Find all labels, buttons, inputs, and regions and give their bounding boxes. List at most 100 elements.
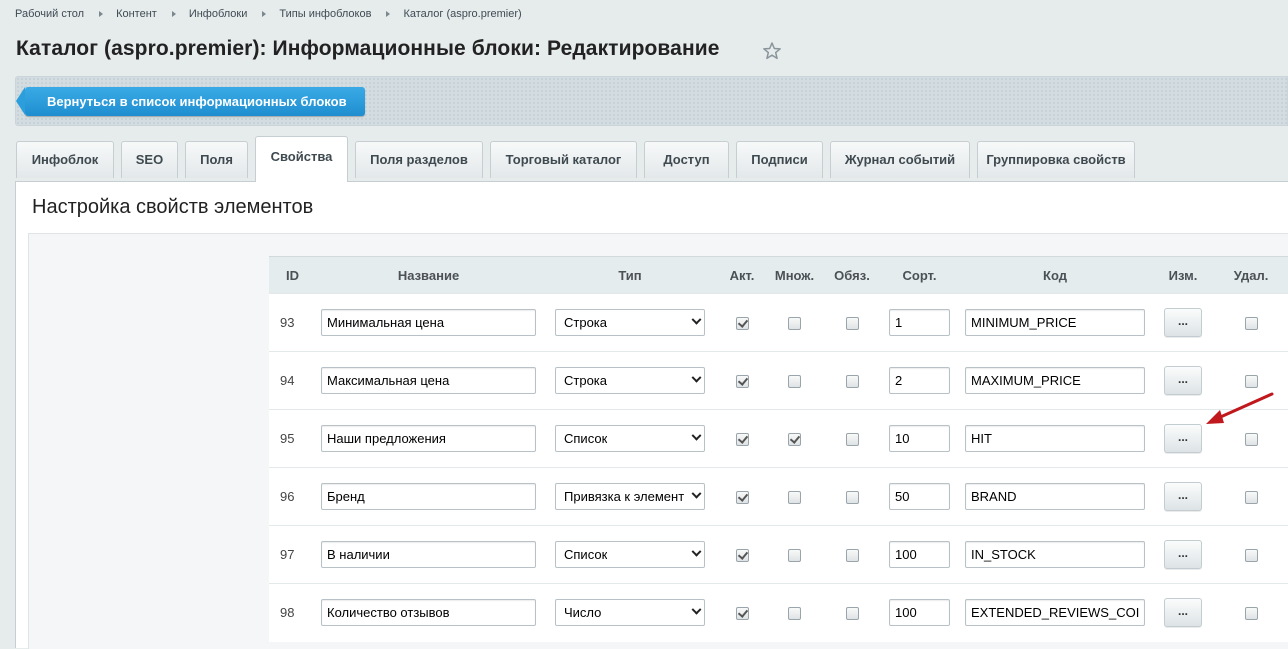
code-input[interactable] bbox=[965, 309, 1145, 336]
tab-bar: Инфоблок SEO Поля Свойства Поля разделов Торг… bbox=[16, 136, 1142, 182]
active-checkbox[interactable] bbox=[735, 549, 749, 563]
delete-checkbox[interactable] bbox=[1244, 491, 1258, 505]
chevron-down-icon bbox=[691, 372, 702, 383]
property-type-select[interactable]: Строка bbox=[555, 367, 705, 394]
tab-4[interactable]: Свойства bbox=[255, 136, 348, 182]
breadcrumb-item[interactable]: Рабочий стол bbox=[15, 8, 84, 20]
edit-property-button[interactable]: ... bbox=[1164, 308, 1202, 337]
chevron-down-icon bbox=[691, 314, 702, 325]
code-input[interactable] bbox=[965, 483, 1145, 510]
required-checkbox[interactable] bbox=[845, 607, 859, 621]
delete-checkbox[interactable] bbox=[1244, 433, 1258, 447]
active-checkbox[interactable] bbox=[735, 317, 749, 331]
table-row: 98 Число... bbox=[269, 583, 1288, 642]
property-type-select[interactable]: Список bbox=[555, 425, 705, 452]
chevron-down-icon bbox=[691, 488, 702, 499]
column-header: Код bbox=[956, 256, 1154, 294]
code-input[interactable] bbox=[965, 599, 1145, 627]
properties-area: ID Название Тип Акт. Множ. Обяз. Сорт. Код Изм. У… bbox=[28, 233, 1288, 649]
multiple-checkbox[interactable] bbox=[788, 433, 801, 447]
code-input[interactable] bbox=[965, 367, 1145, 394]
active-checkbox[interactable] bbox=[735, 491, 749, 505]
delete-checkbox[interactable] bbox=[1244, 607, 1258, 621]
required-checkbox[interactable] bbox=[845, 491, 859, 505]
column-header: Тип bbox=[544, 256, 716, 294]
required-checkbox[interactable] bbox=[845, 317, 859, 331]
chevron-down-icon bbox=[691, 430, 702, 441]
action-bar: Вернуться в список информационных блоков bbox=[15, 76, 1288, 126]
sort-input[interactable] bbox=[889, 483, 950, 510]
property-name-input[interactable] bbox=[321, 599, 536, 627]
tab-7[interactable]: Доступ bbox=[644, 141, 729, 178]
property-type-value: Число bbox=[564, 605, 602, 621]
edit-property-button[interactable]: ... bbox=[1164, 598, 1202, 628]
delete-checkbox[interactable] bbox=[1244, 549, 1258, 563]
multiple-checkbox[interactable] bbox=[788, 317, 801, 331]
multiple-checkbox[interactable] bbox=[788, 549, 801, 563]
tab-8[interactable]: Подписи bbox=[736, 141, 823, 178]
edit-property-button[interactable]: ... bbox=[1164, 424, 1202, 453]
breadcrumb-item[interactable]: Контент bbox=[116, 8, 157, 20]
edit-property-button[interactable]: ... bbox=[1164, 366, 1202, 395]
breadcrumb-separator-icon bbox=[262, 11, 267, 17]
page-title: Каталог (aspro.premier): Информационные … bbox=[16, 37, 720, 60]
sort-input[interactable] bbox=[889, 541, 950, 568]
property-type-value: Строка bbox=[564, 315, 608, 330]
property-name-input[interactable] bbox=[321, 483, 536, 510]
active-checkbox[interactable] bbox=[735, 607, 749, 621]
tab-3[interactable]: Поля bbox=[185, 141, 248, 178]
edit-property-button[interactable]: ... bbox=[1164, 540, 1202, 569]
breadcrumb-separator-icon bbox=[386, 11, 391, 17]
breadcrumb-item[interactable]: Каталог (aspro.premier) bbox=[403, 8, 521, 20]
tab-1[interactable]: Инфоблок bbox=[16, 141, 114, 178]
back-to-list-button[interactable]: Вернуться в список информационных блоков bbox=[16, 87, 365, 116]
multiple-checkbox[interactable] bbox=[788, 607, 801, 621]
property-name-input[interactable] bbox=[321, 541, 536, 568]
property-type-select[interactable]: Число bbox=[555, 599, 705, 627]
property-name-input[interactable] bbox=[321, 309, 536, 336]
property-id: 95 bbox=[269, 409, 313, 468]
required-checkbox[interactable] bbox=[845, 433, 859, 447]
property-name-input[interactable] bbox=[321, 367, 536, 394]
tab-10[interactable]: Группировка свойств bbox=[977, 141, 1135, 178]
sort-input[interactable] bbox=[889, 367, 950, 394]
table-header-row: ID Название Тип Акт. Множ. Обяз. Сорт. Код Изм. У… bbox=[269, 256, 1288, 294]
required-checkbox[interactable] bbox=[845, 375, 859, 389]
sort-input[interactable] bbox=[889, 309, 950, 336]
multiple-checkbox[interactable] bbox=[788, 491, 801, 505]
property-name-input[interactable] bbox=[321, 425, 536, 452]
active-checkbox[interactable] bbox=[735, 433, 749, 447]
sort-input[interactable] bbox=[889, 425, 950, 452]
chevron-down-icon bbox=[691, 546, 702, 557]
multiple-checkbox[interactable] bbox=[788, 375, 801, 389]
property-type-select[interactable]: Список bbox=[555, 541, 705, 568]
edit-property-button[interactable]: ... bbox=[1164, 482, 1202, 511]
table-row: 95 Список... bbox=[269, 409, 1288, 468]
property-type-select[interactable]: Строка bbox=[555, 309, 705, 336]
breadcrumb-item[interactable]: Типы инфоблоков bbox=[279, 8, 371, 20]
code-input[interactable] bbox=[965, 425, 1145, 452]
active-checkbox[interactable] bbox=[735, 375, 749, 389]
code-input[interactable] bbox=[965, 541, 1145, 568]
tab-6[interactable]: Торговый каталог bbox=[490, 141, 637, 178]
column-header: Название bbox=[313, 256, 544, 294]
star-outline-icon[interactable] bbox=[762, 41, 782, 61]
sort-input[interactable] bbox=[889, 599, 950, 627]
tab-5[interactable]: Поля разделов bbox=[355, 141, 483, 178]
breadcrumb: Рабочий стол Контент Инфоблоки Типы инфобло… bbox=[15, 8, 522, 20]
property-id: 97 bbox=[269, 525, 313, 584]
content-panel: Настройка свойств элементов ID Название Ти… bbox=[15, 181, 1288, 649]
delete-checkbox[interactable] bbox=[1244, 375, 1258, 389]
tab-9[interactable]: Журнал событий bbox=[830, 141, 970, 178]
table-row: 94 Строка... bbox=[269, 351, 1288, 410]
breadcrumb-item[interactable]: Инфоблоки bbox=[189, 8, 248, 20]
table-row: 93 Строка... bbox=[269, 293, 1288, 352]
property-type-select[interactable]: Привязка к элемент bbox=[555, 483, 705, 510]
properties-table: ID Название Тип Акт. Множ. Обяз. Сорт. Код Изм. У… bbox=[269, 256, 1288, 642]
delete-checkbox[interactable] bbox=[1244, 317, 1258, 331]
property-type-value: Список bbox=[564, 547, 608, 562]
tab-2[interactable]: SEO bbox=[121, 141, 178, 178]
table-row: 96 Привязка к элемент... bbox=[269, 467, 1288, 526]
required-checkbox[interactable] bbox=[845, 549, 859, 563]
column-header: Множ. bbox=[768, 256, 821, 294]
